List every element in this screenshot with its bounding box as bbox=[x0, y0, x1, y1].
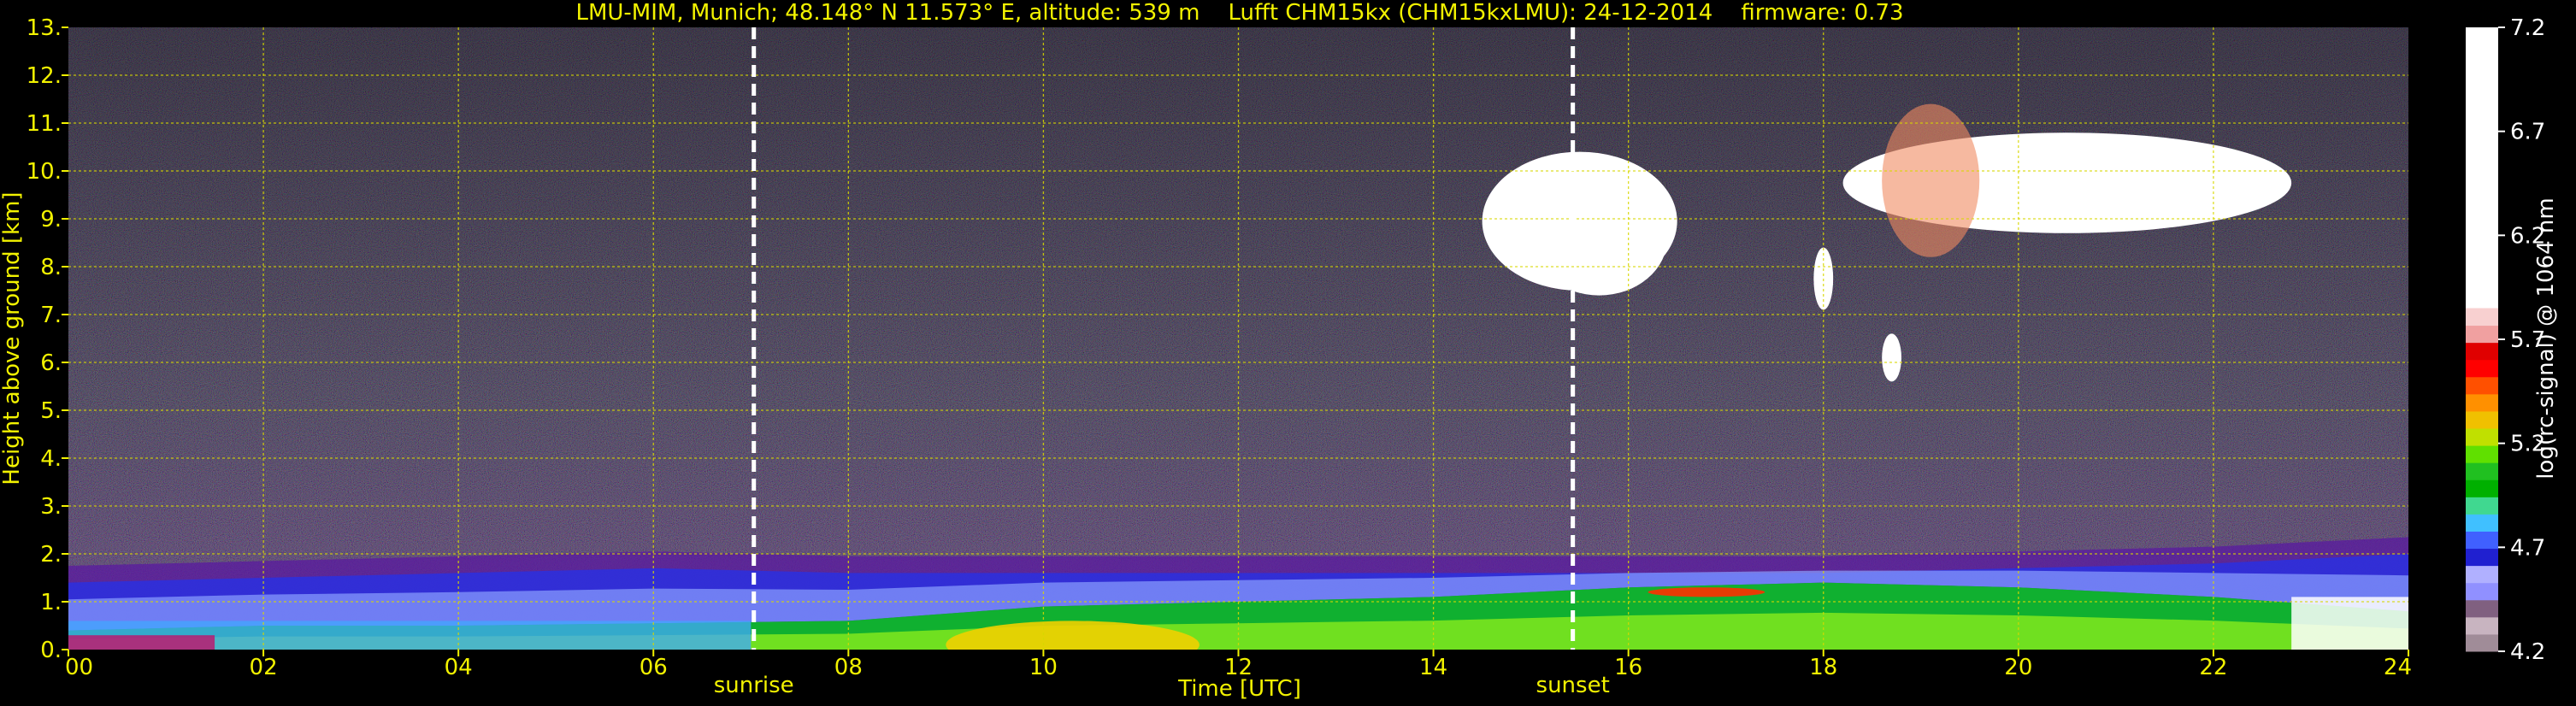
x-tick-label: 02 bbox=[250, 655, 278, 680]
colorbar-tick-label: 4.2 bbox=[2510, 639, 2545, 665]
colorbar-tick-label: 4.7 bbox=[2510, 535, 2545, 561]
y-tick-label: 0. bbox=[40, 638, 62, 663]
cloud-fragment bbox=[1882, 333, 1901, 382]
x-tick-label: 24 bbox=[2384, 655, 2412, 680]
colorbar-segment bbox=[2466, 514, 2498, 532]
colorbar-white-band bbox=[2466, 27, 2498, 309]
x-tick-label: 16 bbox=[1614, 655, 1642, 680]
x-tick-label: 04 bbox=[445, 655, 473, 680]
marker-sunset-label: sunset bbox=[1536, 673, 1610, 698]
y-tick-label: 8. bbox=[40, 255, 62, 280]
colorbar-segment bbox=[2466, 308, 2498, 327]
colorbar-segment bbox=[2466, 633, 2498, 652]
y-tick-label: 1. bbox=[40, 590, 62, 615]
x-axis-label: Time [UTC] bbox=[1177, 676, 1301, 702]
y-tick-label: 3. bbox=[40, 494, 62, 520]
colorbar-segment bbox=[2466, 428, 2498, 446]
x-tick-label: 06 bbox=[640, 655, 668, 680]
colorbar-segment bbox=[2466, 479, 2498, 497]
afternoon-aerosol-peak bbox=[1648, 587, 1765, 597]
colorbar-segment bbox=[2466, 565, 2498, 584]
y-tick-label: 6. bbox=[40, 350, 62, 376]
x-tick-label: 14 bbox=[1419, 655, 1447, 680]
x-tick-label: 00 bbox=[65, 655, 93, 680]
chart-title: LMU-MIM, Munich; 48.148° N 11.573° E, al… bbox=[575, 0, 1903, 26]
colorbar-segment bbox=[2466, 497, 2498, 515]
colorbar-segment bbox=[2466, 582, 2498, 601]
y-tick-label: 5. bbox=[40, 398, 62, 424]
x-tick-label: 18 bbox=[1809, 655, 1837, 680]
marker-sunrise-label: sunrise bbox=[714, 673, 794, 698]
colorbar-segment bbox=[2466, 410, 2498, 429]
colorbar-segment bbox=[2466, 376, 2498, 395]
late-surface-signal bbox=[2291, 597, 2408, 650]
y-tick-label: 13. bbox=[27, 15, 62, 41]
y-axis-label: Height above ground [km] bbox=[0, 191, 25, 485]
cloud-2-edge bbox=[1882, 103, 1980, 257]
colorbar-label: log(rc-signal) @ 1064 nm bbox=[2533, 197, 2559, 479]
colorbar-segment bbox=[2466, 616, 2498, 635]
colorbar-segment bbox=[2466, 325, 2498, 344]
colorbar-segment bbox=[2466, 359, 2498, 378]
x-tick-label: 10 bbox=[1029, 655, 1058, 680]
colorbar-segment bbox=[2466, 342, 2498, 361]
colorbar-segment bbox=[2466, 548, 2498, 567]
colorbar-segment bbox=[2466, 599, 2498, 618]
y-tick-label: 9. bbox=[40, 207, 62, 232]
cloud-1-core bbox=[1530, 180, 1668, 296]
x-tick-label: 22 bbox=[2199, 655, 2227, 680]
colorbar-segment bbox=[2466, 445, 2498, 463]
y-tick-label: 4. bbox=[40, 446, 62, 472]
y-tick-label: 2. bbox=[40, 542, 62, 568]
colorbar-tick-label: 7.2 bbox=[2510, 15, 2545, 41]
x-tick-label: 20 bbox=[2004, 655, 2032, 680]
ceilometer-chart: sunrise sunset 00 02 04 06 08 10 12 14 16 18 20 22 24… bbox=[0, 0, 2559, 702]
y-tick-label: 7. bbox=[40, 303, 62, 328]
colorbar-segment bbox=[2466, 393, 2498, 412]
colorbar-segment bbox=[2466, 531, 2498, 550]
y-tick-label: 11. bbox=[27, 111, 62, 137]
colorbar-tick-label: 6.7 bbox=[2510, 120, 2545, 145]
y-tick-label: 12. bbox=[27, 63, 62, 89]
colorbar bbox=[2466, 27, 2498, 652]
x-tick-label: 08 bbox=[834, 655, 863, 680]
midday-aerosol-peak bbox=[946, 621, 1200, 650]
y-tick-label: 10. bbox=[27, 159, 62, 185]
morning-haze-dark bbox=[68, 635, 215, 650]
colorbar-segment bbox=[2466, 462, 2498, 480]
